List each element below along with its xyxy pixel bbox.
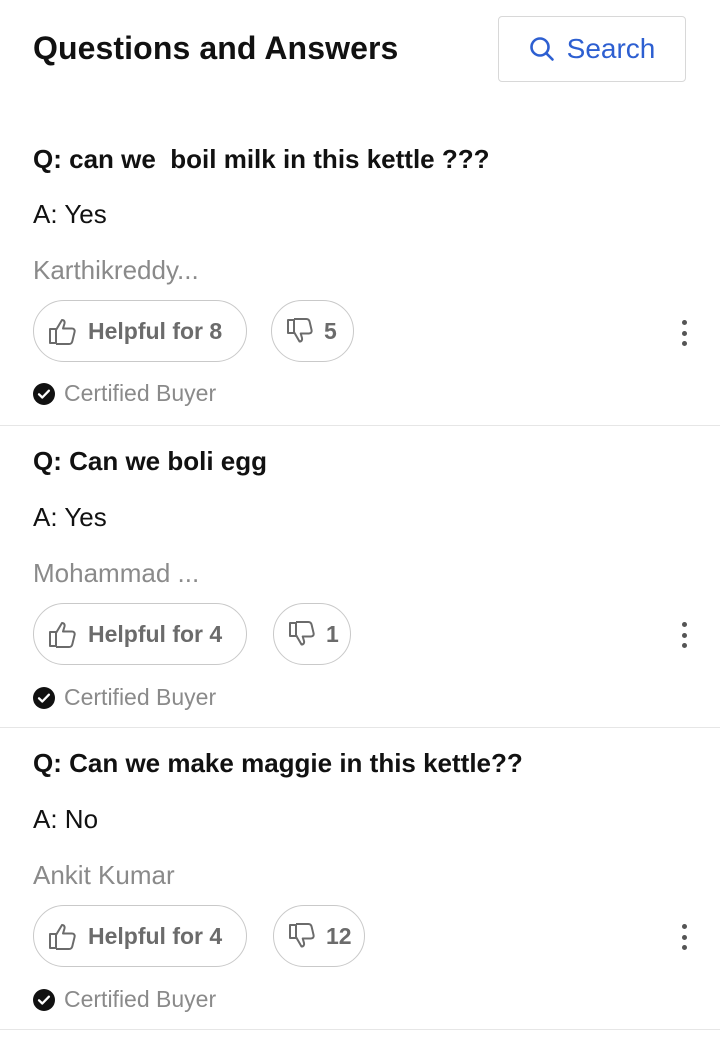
answer-text: A: No xyxy=(33,804,99,834)
unhelpful-count: 12 xyxy=(326,922,352,949)
more-options-icon[interactable] xyxy=(676,622,692,648)
question-text: Q: can we boil milk in this kettle ??? xyxy=(33,144,490,174)
question-text: Q: Can we boli egg xyxy=(33,446,268,476)
certified-label: Certified Buyer xyxy=(64,380,217,406)
certified-badge: Certified Buyer xyxy=(33,380,216,407)
check-circle-icon xyxy=(33,686,55,709)
helpful-label: Helpful for 8 xyxy=(88,317,223,344)
thumbs-down-icon xyxy=(286,318,314,344)
certified-label: Certified Buyer xyxy=(64,684,217,710)
unhelpful-button[interactable]: 5 xyxy=(271,300,354,362)
thumbs-down-icon xyxy=(288,923,316,949)
thumbs-up-icon xyxy=(48,317,78,345)
unhelpful-count: 5 xyxy=(324,317,337,344)
certified-badge: Certified Buyer xyxy=(33,684,216,711)
page-title: Questions and Answers xyxy=(33,30,399,66)
unhelpful-button[interactable]: 1 xyxy=(273,603,351,665)
helpful-label: Helpful for 4 xyxy=(88,922,223,949)
check-circle-icon xyxy=(33,382,55,405)
helpful-button[interactable]: Helpful for 4 xyxy=(33,905,247,967)
thumbs-down-icon xyxy=(288,621,316,647)
unhelpful-button[interactable]: 12 xyxy=(273,905,365,967)
certified-badge: Certified Buyer xyxy=(33,986,216,1013)
helpful-button[interactable]: Helpful for 8 xyxy=(33,300,247,362)
qa-item: Q: Can we boli egg A: Yes Mohammad ... H… xyxy=(0,426,720,728)
check-circle-icon xyxy=(33,988,55,1011)
qa-item: Q: Can we make maggie in this kettle?? A… xyxy=(0,728,720,1030)
thumbs-up-icon xyxy=(48,620,78,648)
answer-text: A: Yes xyxy=(33,502,107,532)
question-text: Q: Can we make maggie in this kettle?? xyxy=(33,748,523,778)
helpful-label: Helpful for 4 xyxy=(88,620,223,647)
search-label: Search xyxy=(566,33,656,64)
certified-label: Certified Buyer xyxy=(64,986,217,1012)
search-icon xyxy=(529,36,555,62)
author-name: Mohammad ... xyxy=(33,558,200,588)
search-button[interactable]: Search xyxy=(498,16,686,82)
more-options-icon[interactable] xyxy=(676,924,692,950)
unhelpful-count: 1 xyxy=(326,620,339,647)
more-options-icon[interactable] xyxy=(676,320,692,346)
header: Questions and Answers Search xyxy=(0,0,720,110)
author-name: Karthikreddy... xyxy=(33,255,199,285)
thumbs-up-icon xyxy=(48,922,78,950)
qa-item: Q: can we boil milk in this kettle ??? A… xyxy=(0,110,720,426)
author-name: Ankit Kumar xyxy=(33,860,175,890)
answer-text: A: Yes xyxy=(33,199,107,229)
helpful-button[interactable]: Helpful for 4 xyxy=(33,603,247,665)
